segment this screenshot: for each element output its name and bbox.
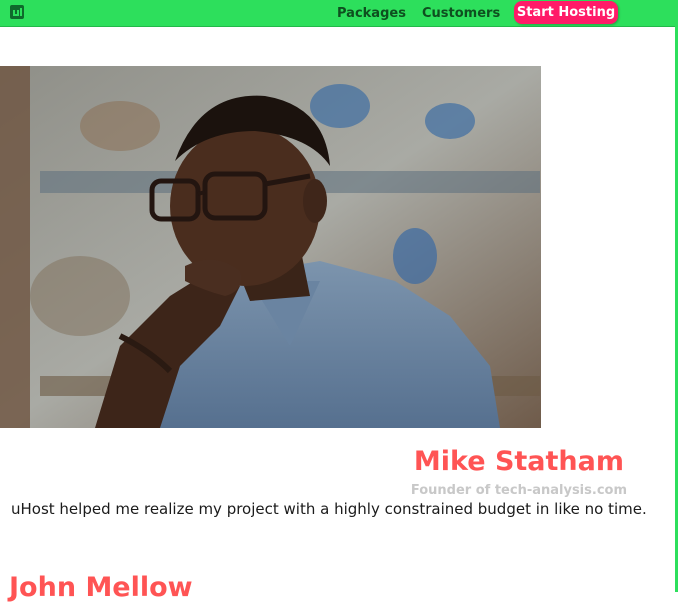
uhost-logo-icon[interactable] [9,4,25,20]
nav-packages-link[interactable]: Packages [337,6,406,21]
testimonial-name: Mike Statham [413,446,624,477]
top-navigation-bar: Packages Customers Start Hosting [0,0,675,27]
nav-customers-link[interactable]: Customers [422,6,500,21]
next-testimonial-name: John Mellow [9,572,193,603]
testimonial-quote: uHost helped me realize my project with … [11,500,647,518]
start-hosting-button[interactable]: Start Hosting [514,1,618,24]
customer-photo [0,66,541,428]
testimonial-role: Founder of tech-analysis.com [410,483,627,498]
